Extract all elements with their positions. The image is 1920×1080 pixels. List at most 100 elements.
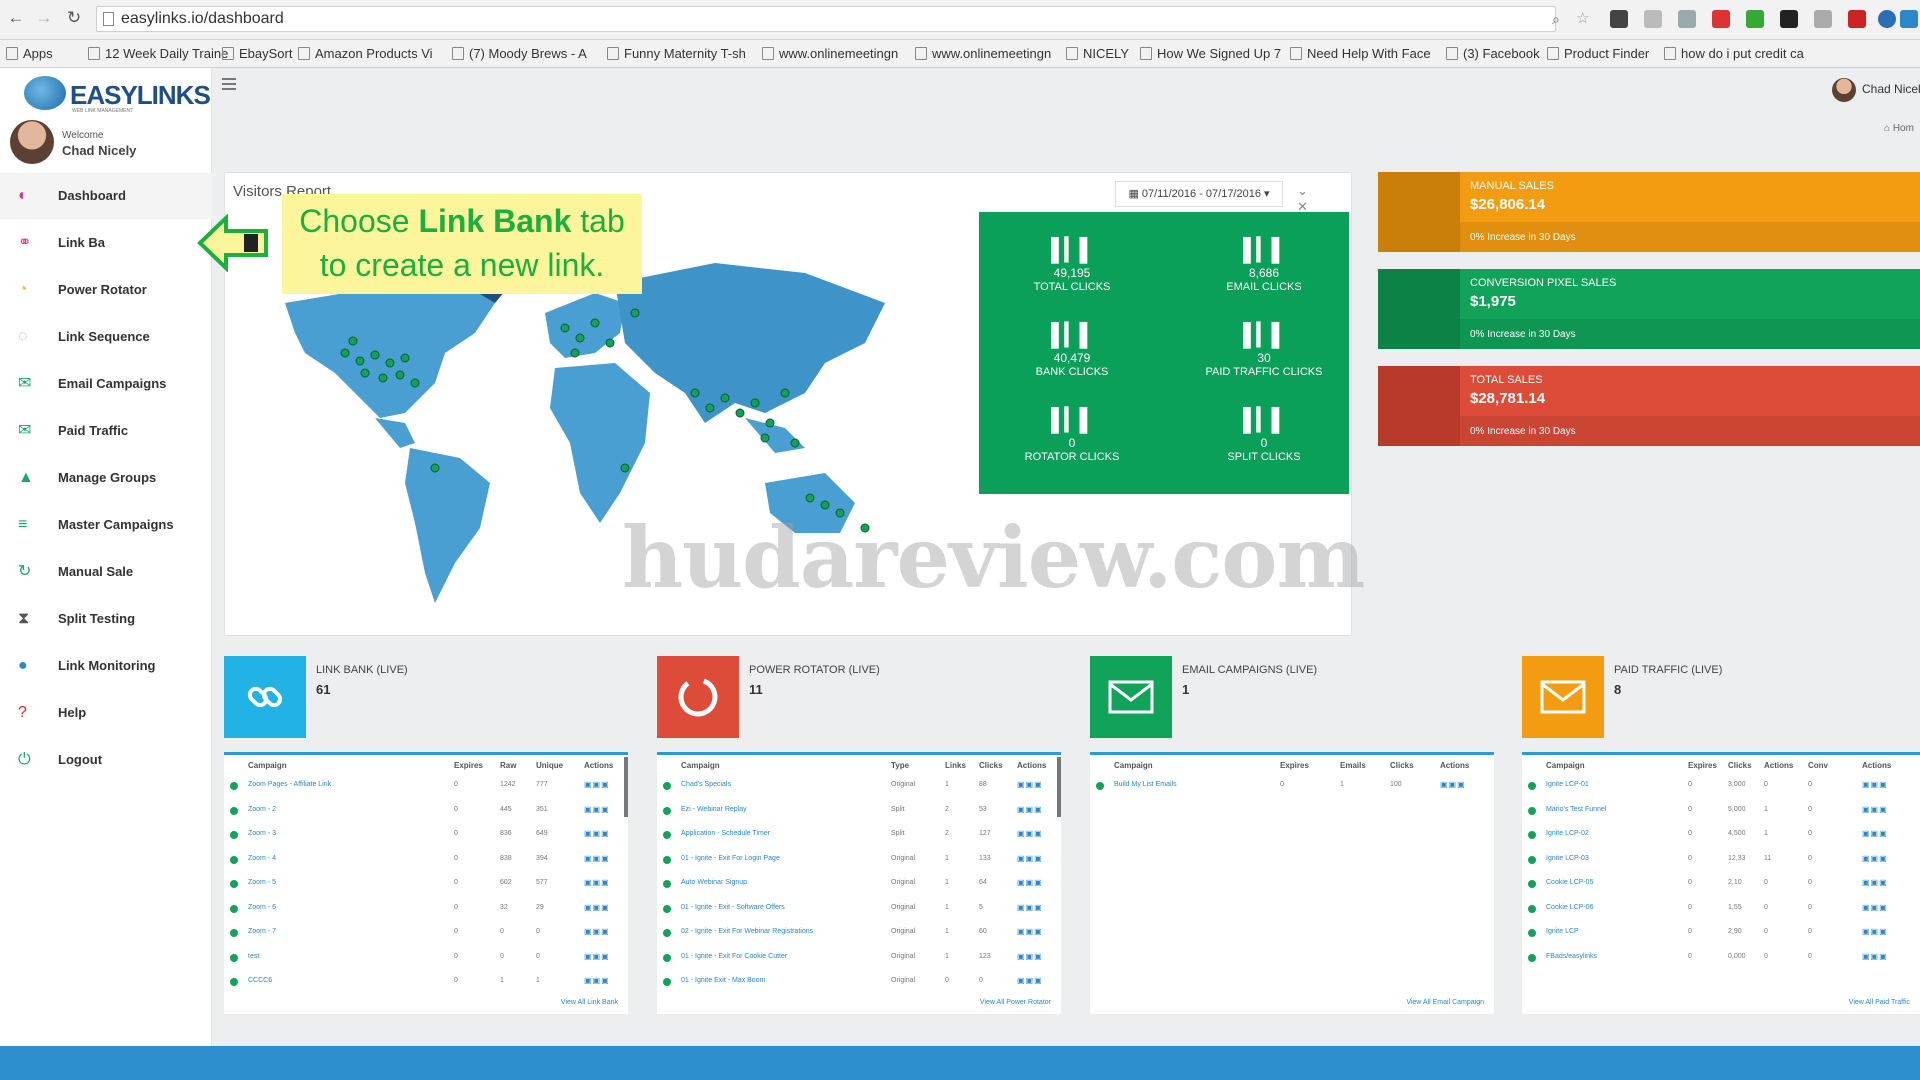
easylinks-logo[interactable]: EASYLINKS WEB LINK MANAGEMENT	[24, 70, 211, 114]
date-range-picker[interactable]: ▦ 07/11/2016 - 07/17/2016 ▾	[1115, 181, 1283, 207]
extension-icon[interactable]	[1848, 10, 1866, 28]
extension-icon[interactable]	[1878, 10, 1896, 28]
row-actions[interactable]: ▣▣▣	[1862, 927, 1888, 936]
campaign-link[interactable]: 01 - Ignite - Exit For Cookie Cutter	[681, 953, 787, 960]
campaign-link[interactable]: FBads/easylinks	[1546, 953, 1597, 960]
table-row[interactable]: Build My List Emails 0 1 100 ▣▣▣	[1090, 777, 1494, 797]
table-row[interactable]: Zoom - 4 0 838 394 ▣▣▣	[224, 851, 628, 871]
sidebar-item-power-rotator[interactable]: ◔ Power Rotator	[0, 267, 212, 313]
row-actions[interactable]: ▣▣▣	[1862, 903, 1888, 912]
campaign-link[interactable]: 01 - Ignite - Exit For Login Page	[681, 855, 780, 862]
row-actions[interactable]: ▣▣▣	[1017, 829, 1043, 838]
table-row[interactable]: Ignite LCP-02 0 4,500 1 0 ▣▣▣	[1522, 826, 1920, 846]
campaign-link[interactable]: CCCC6	[248, 977, 272, 984]
card-email-campaigns-live[interactable]: EMAIL CAMPAIGNS (LIVE) 1	[1090, 656, 1494, 738]
bookmark-item[interactable]: How We Signed Up 7	[1140, 45, 1281, 63]
table-row[interactable]: 02 - Ignite - Exit For Webinar Registrat…	[657, 924, 1061, 944]
sidebar-item-link-ba[interactable]: ⚭ Link Ba	[0, 220, 212, 266]
row-actions[interactable]: ▣▣▣	[1862, 805, 1888, 814]
row-actions[interactable]: ▣▣▣	[1017, 976, 1043, 985]
sidebar-item-help[interactable]: ? Help	[0, 690, 212, 736]
row-actions[interactable]: ▣▣▣	[584, 805, 610, 814]
bookmark-item[interactable]: EbaySort	[222, 45, 292, 63]
bookmark-item[interactable]: (3) Facebook	[1446, 45, 1540, 63]
table-row[interactable]: CCCC6 0 1 1 ▣▣▣	[224, 973, 628, 993]
kpi-total-sales[interactable]: TOTAL SALES $28,781.14 0% Increase in 30 D…	[1378, 366, 1920, 446]
row-actions[interactable]: ▣▣▣	[584, 829, 610, 838]
table-row[interactable]: Application - Schedule Timer Split 2 127 ▣▣▣	[657, 826, 1061, 846]
address-bar[interactable]: easylinks.io/dashboard	[96, 6, 1556, 32]
campaign-link[interactable]: Ezi - Webinar Replay	[681, 806, 747, 813]
table-row[interactable]: Zoom - 2 0 445 351 ▣▣▣	[224, 802, 628, 822]
row-actions[interactable]: ▣▣▣	[1017, 878, 1043, 887]
campaign-link[interactable]: Zoom Pages - Affiliate Link	[248, 781, 331, 788]
table-row[interactable]: test 0 0 0 ▣▣▣	[224, 949, 628, 969]
back-icon[interactable]: ←	[6, 8, 26, 28]
sidebar-item-link-sequence[interactable]: ◌ Link Sequence	[0, 314, 212, 360]
reload-icon[interactable]: ↻	[64, 8, 84, 28]
row-actions[interactable]: ▣▣▣	[584, 927, 610, 936]
bookmark-item[interactable]: (7) Moody Brews - A	[452, 45, 587, 63]
table-row[interactable]: 01 - Ignite - Exit For Cookie Cutter Orig…	[657, 949, 1061, 969]
view-all-link[interactable]: View All Email Campaign	[1406, 999, 1484, 1006]
sidebar-item-split-testing[interactable]: ⧗ Split Testing	[0, 596, 212, 642]
row-actions[interactable]: ▣▣▣	[584, 976, 610, 985]
campaign-link[interactable]: Zoom - 7	[248, 928, 276, 935]
sidebar-item-manual-sale[interactable]: ↻ Manual Sale	[0, 549, 212, 595]
row-actions[interactable]: ▣▣▣	[1862, 854, 1888, 863]
extension-icon[interactable]	[1814, 10, 1832, 28]
sidebar-item-link-monitoring[interactable]: ● Link Monitoring	[0, 643, 212, 689]
sidebar-item-manage-groups[interactable]: ▲ Manage Groups	[0, 455, 212, 501]
campaign-link[interactable]: Ignite LCP-01	[1546, 781, 1589, 788]
bookmark-item[interactable]: Need Help With Face	[1290, 45, 1431, 63]
sidebar-item-master-campaigns[interactable]: ≡ Master Campaigns	[0, 502, 212, 548]
table-row[interactable]: Mario's Test Funnel 0 5,000 1 0 ▣▣▣	[1522, 802, 1920, 822]
row-actions[interactable]: ▣▣▣	[584, 854, 610, 863]
table-row[interactable]: FBads/easylinks 0 0,000 0 0 ▣▣▣	[1522, 949, 1920, 969]
extension-icon[interactable]	[1746, 10, 1764, 28]
campaign-link[interactable]: Chad's Specials	[681, 781, 731, 788]
row-actions[interactable]: ▣▣▣	[1017, 952, 1043, 961]
breadcrumb[interactable]: ⌂ Hom	[1884, 123, 1914, 134]
campaign-link[interactable]: Build My List Emails	[1114, 781, 1177, 788]
campaign-link[interactable]: Zoom - 4	[248, 855, 276, 862]
row-actions[interactable]: ▣▣▣	[1017, 903, 1043, 912]
table-row[interactable]: Auto Webinar Signup Original 1 64 ▣▣▣	[657, 875, 1061, 895]
bookmark-item[interactable]: Product Finder	[1547, 45, 1649, 63]
table-row[interactable]: Cookie LCP-06 0 1,55 0 0 ▣▣▣	[1522, 900, 1920, 920]
row-actions[interactable]: ▣▣▣	[1862, 780, 1888, 789]
row-actions[interactable]: ▣▣▣	[1862, 878, 1888, 887]
campaign-link[interactable]: 01 - Ignite - Exit - Software Offers	[681, 904, 785, 911]
row-actions[interactable]: ▣▣▣	[1017, 854, 1043, 863]
campaign-link[interactable]: Cookie LCP-05	[1546, 879, 1593, 886]
sidebar-item-logout[interactable]: ⏻ Logout	[0, 737, 212, 783]
card-power-rotator-live[interactable]: POWER ROTATOR (LIVE) 11	[657, 656, 1061, 738]
campaign-link[interactable]: Ignite LCP-02	[1546, 830, 1589, 837]
user-menu[interactable]: Chad Nicel	[1828, 76, 1920, 104]
campaign-link[interactable]: Zoom - 6	[248, 904, 276, 911]
kpi-conversion-pixel-sales[interactable]: CONVERSION PIXEL SALES $1,975 0% Increase …	[1378, 269, 1920, 349]
card-link-bank-live[interactable]: LINK BANK (LIVE) 61	[224, 656, 628, 738]
table-row[interactable]: Ignite LCP 0 2,90 0 0 ▣▣▣	[1522, 924, 1920, 944]
forward-icon[interactable]: →	[34, 8, 54, 28]
bookmark-item[interactable]: Apps	[6, 45, 53, 63]
panel-controls[interactable]: ⌄ ✕	[1297, 183, 1351, 215]
extension-icon[interactable]	[1900, 10, 1918, 28]
bookmark-item[interactable]: how do i put credit ca	[1664, 45, 1804, 63]
table-row[interactable]: Ignite LCP-01 0 3,000 0 0 ▣▣▣	[1522, 777, 1920, 797]
table-row[interactable]: Zoom - 3 0 836 649 ▣▣▣	[224, 826, 628, 846]
row-actions[interactable]: ▣▣▣	[1862, 829, 1888, 838]
campaign-link[interactable]: Cookie LCP-06	[1546, 904, 1593, 911]
campaign-link[interactable]: Ignite LCP-03	[1546, 855, 1589, 862]
table-row[interactable]: 01 - Ignite - Exit For Login Page Origina…	[657, 851, 1061, 871]
table-row[interactable]: Ignite LCP-03 0 12,33 11 0 ▣▣▣	[1522, 851, 1920, 871]
campaign-link[interactable]: test	[248, 953, 259, 960]
campaign-link[interactable]: Auto Webinar Signup	[681, 879, 747, 886]
bookmark-item[interactable]: Funny Maternity T-sh	[607, 45, 746, 63]
row-actions[interactable]: ▣▣▣	[1017, 805, 1043, 814]
star-icon[interactable]: ☆	[1576, 10, 1594, 28]
row-actions[interactable]: ▣▣▣	[584, 878, 610, 887]
extension-icon[interactable]	[1780, 10, 1798, 28]
zoom-icon[interactable]: ⌕	[1552, 10, 1570, 28]
row-actions[interactable]: ▣▣▣	[1440, 780, 1466, 789]
